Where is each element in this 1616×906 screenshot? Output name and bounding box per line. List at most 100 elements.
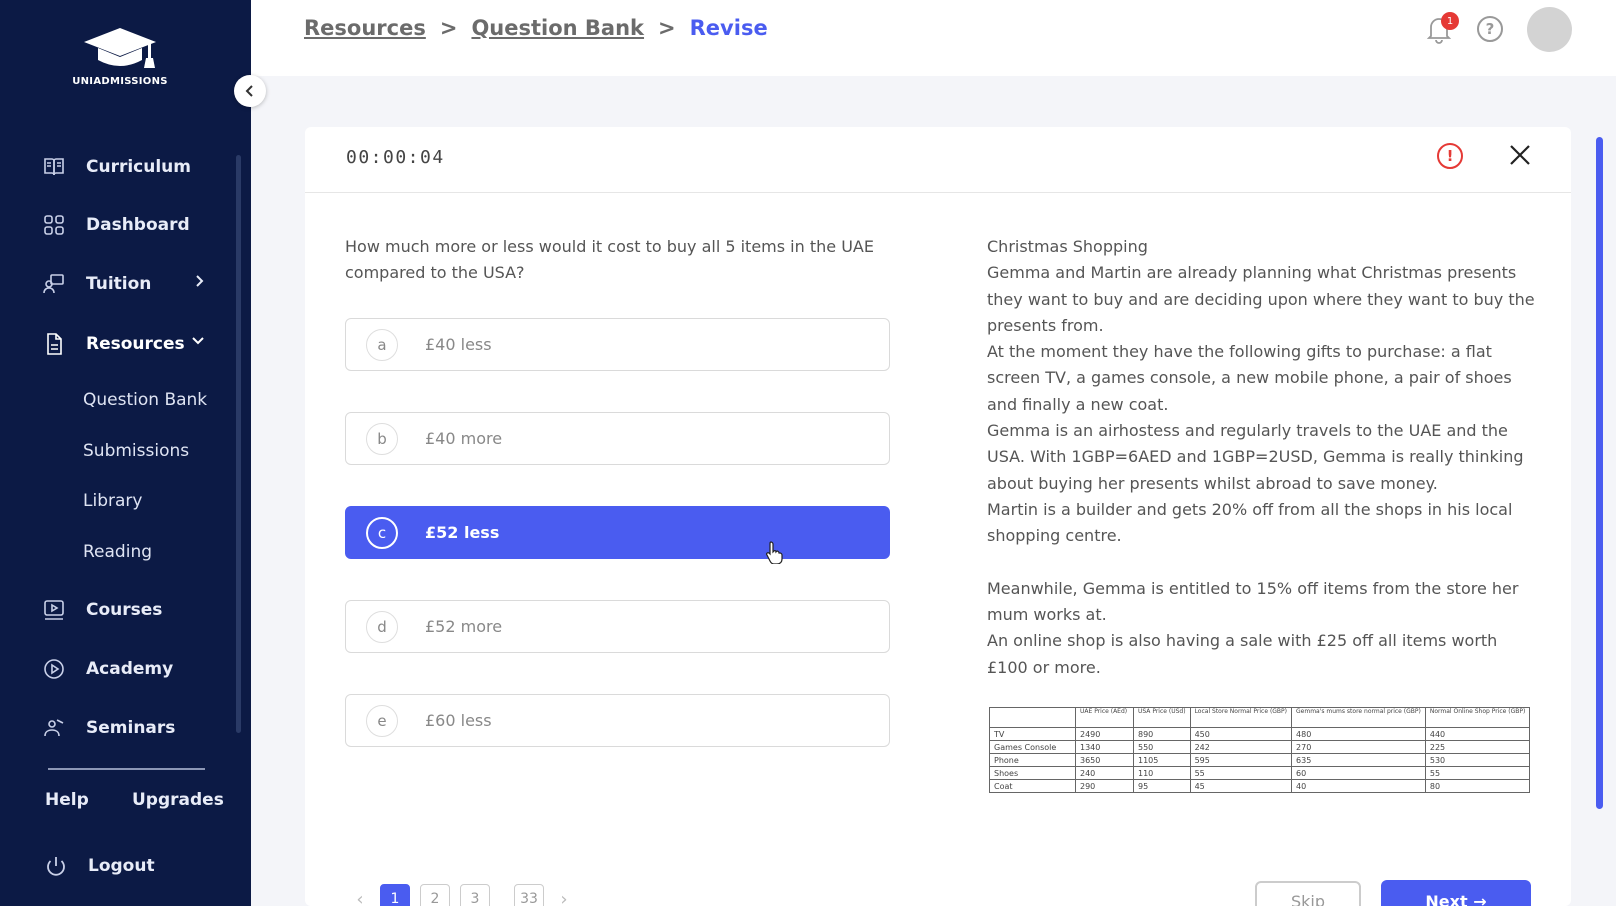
tutor-icon [40, 270, 68, 298]
sidebar-scrollbar[interactable] [236, 155, 241, 733]
table-row: Coat 290 95 45 40 80 [989, 779, 1531, 793]
table-cell: Games Console [989, 740, 1076, 754]
price-table: UAE Price (AEd) USA Price (USd) Local St… [989, 707, 1531, 793]
page-3-button[interactable]: 3 [460, 884, 490, 906]
logout-label: Logout [88, 856, 155, 876]
sidebar-item-academy[interactable]: Academy [40, 655, 173, 683]
table-cell: 40 [1291, 779, 1426, 793]
breadcrumb-question-bank[interactable]: Question Bank [471, 16, 644, 40]
table-header: Normal Online Shop Price (GBP) [1424, 707, 1531, 728]
option-letter: e [366, 704, 398, 737]
question-card: 00:00:04 ! How much more or less would i… [305, 127, 1571, 906]
sidebar-item-resources[interactable]: Resources [40, 330, 204, 358]
pointer-cursor-icon [765, 540, 785, 568]
table-row: Shoes 240 110 55 60 55 [989, 766, 1531, 780]
table-cell: 1105 [1133, 753, 1191, 767]
table-header: Local Store Normal Price (GBP) [1189, 707, 1293, 728]
option-c[interactable]: c £52 less [345, 506, 890, 559]
table-header: Gemma's mums store normal price (GBP) [1291, 707, 1426, 728]
chevron-left-icon [245, 85, 253, 97]
table-cell: 480 [1291, 727, 1426, 741]
table-cell: 1340 [1075, 740, 1134, 754]
passage-paragraph: Meanwhile, Gemma is entitled to 15% off … [987, 578, 1519, 625]
sidebar-subitem-question-bank[interactable]: Question Bank [83, 390, 207, 410]
logo[interactable]: UNIADMISSIONS [72, 24, 168, 87]
presenter-icon [40, 714, 68, 742]
notification-badge: 1 [1441, 12, 1459, 30]
sidebar-item-seminars[interactable]: Seminars [40, 714, 175, 742]
passage-paragraph: Gemma and Martin are already planning wh… [987, 263, 1535, 335]
table-cell: 635 [1291, 753, 1426, 767]
avatar[interactable] [1527, 7, 1572, 52]
breadcrumb-resources[interactable]: Resources [304, 16, 426, 40]
table-cell: 3650 [1075, 753, 1134, 767]
main-scrollbar[interactable] [1596, 137, 1603, 809]
breadcrumb-separator: > [439, 16, 458, 40]
help-link[interactable]: Help [45, 790, 89, 810]
option-letter: c [366, 516, 398, 549]
table-header: USA Price (USd) [1133, 707, 1191, 728]
passage-spacer [987, 550, 1537, 576]
page-1-button[interactable]: 1 [380, 884, 410, 906]
sidebar-item-tuition[interactable]: Tuition [40, 270, 204, 298]
pagination: ‹ 1 2 3 33 › [345, 884, 579, 906]
sidebar-item-curriculum[interactable]: Curriculum [40, 153, 191, 181]
table-cell: 530 [1424, 753, 1531, 767]
option-letter: d [366, 610, 398, 643]
passage: Christmas Shopping Gemma and Martin are … [987, 234, 1537, 681]
sidebar-item-label: Academy [86, 659, 174, 679]
next-page-arrow[interactable]: › [549, 889, 579, 906]
sidebar-collapse-button[interactable] [234, 75, 266, 107]
video-icon [40, 596, 68, 624]
logout-button[interactable]: Logout [42, 852, 155, 880]
table-cell: Shoes [989, 766, 1076, 780]
table-header: UAE Price (AEd) [1075, 707, 1134, 728]
next-button[interactable]: Next → [1381, 880, 1531, 906]
power-icon [42, 852, 70, 880]
table-cell: 110 [1133, 766, 1191, 780]
table-cell: 270 [1291, 740, 1426, 754]
table-cell: 95 [1133, 779, 1191, 793]
help-icon[interactable]: ? [1477, 16, 1503, 42]
skip-button[interactable]: Skip [1255, 881, 1361, 906]
sidebar-subitem-reading[interactable]: Reading [83, 542, 152, 562]
passage-paragraph: Gemma is an airhostess and regularly tra… [987, 421, 1524, 493]
breadcrumb-current: Revise [689, 16, 768, 40]
table-cell: TV [989, 727, 1076, 741]
sidebar-divider [48, 768, 205, 770]
table-cell: 240 [1075, 766, 1134, 780]
play-icon [40, 655, 68, 683]
table-cell: 45 [1189, 779, 1293, 793]
table-header-row: UAE Price (AEd) USA Price (USd) Local St… [989, 707, 1531, 728]
notifications-button[interactable]: 1 [1425, 12, 1459, 46]
report-issue-icon[interactable]: ! [1437, 143, 1463, 169]
upgrades-link[interactable]: Upgrades [132, 790, 224, 810]
sidebar-item-dashboard[interactable]: Dashboard [40, 211, 190, 239]
page-last-button[interactable]: 33 [514, 884, 544, 906]
table-cell: 242 [1189, 740, 1293, 754]
table-row: Phone 3650 1105 595 635 530 [989, 753, 1531, 767]
top-bar: Resources > Question Bank > Revise 1 ? [251, 0, 1616, 76]
table-cell: 595 [1189, 753, 1293, 767]
page-2-button[interactable]: 2 [420, 884, 450, 906]
table-row: Games Console 1340 550 242 270 225 [989, 740, 1531, 754]
option-d[interactable]: d £52 more [345, 600, 890, 653]
chevron-down-icon [190, 333, 206, 353]
sidebar-subitem-submissions[interactable]: Submissions [83, 441, 189, 461]
close-icon[interactable] [1508, 143, 1534, 169]
sidebar: UNIADMISSIONS Curriculum Dashboard Tuiti… [0, 0, 251, 906]
breadcrumb-separator: > [658, 16, 676, 40]
sidebar-item-courses[interactable]: Courses [40, 596, 162, 624]
sidebar-item-label: Resources [86, 334, 185, 354]
sidebar-subitem-library[interactable]: Library [83, 491, 142, 511]
card-header: 00:00:04 ! [305, 127, 1571, 193]
table-cell: 450 [1189, 727, 1293, 741]
option-letter: a [366, 328, 398, 361]
option-b[interactable]: b £40 more [345, 412, 890, 465]
table-cell: 550 [1133, 740, 1191, 754]
option-a[interactable]: a £40 less [345, 318, 890, 371]
option-e[interactable]: e £60 less [345, 694, 890, 747]
option-text: £40 less [425, 335, 492, 354]
prev-page-button[interactable]: ‹ [345, 889, 375, 906]
passage-paragraph: Martin is a builder and gets 20% off fro… [987, 499, 1513, 546]
